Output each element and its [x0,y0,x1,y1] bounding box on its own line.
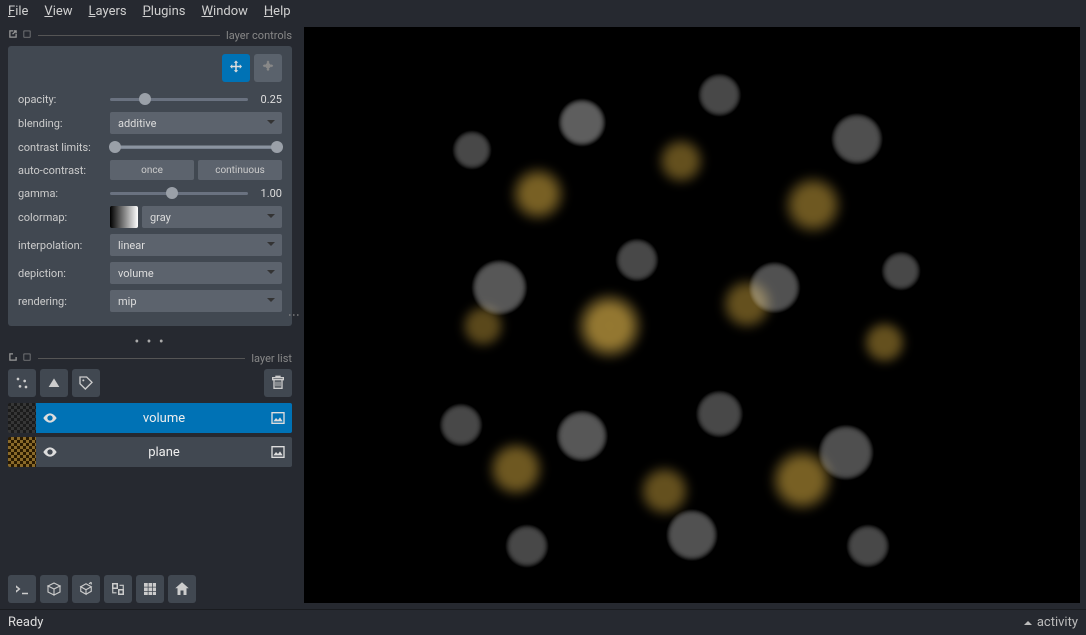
transform-mode-button[interactable] [254,54,282,82]
visibility-toggle-icon[interactable] [36,410,64,426]
colormap-select[interactable]: gray [142,206,282,228]
chevron-down-icon [266,239,276,252]
activity-toggle[interactable]: activity [1023,615,1078,630]
gamma-value: 1.00 [248,187,282,200]
layer-controls-panel: opacity: 0.25 blending: additive contras… [8,46,292,326]
layer-item-plane[interactable]: plane [8,437,292,467]
console-button[interactable] [8,575,36,603]
grid-button[interactable] [136,575,164,603]
depiction-select[interactable]: volume [110,262,282,284]
menu-help[interactable]: Help [264,4,291,19]
layer-thumbnail [8,403,36,433]
opacity-value: 0.25 [248,93,282,106]
more-controls-ellipsis[interactable]: • • • [8,332,292,352]
chevron-down-icon [266,267,276,280]
gamma-label: gamma: [18,187,110,200]
canvas[interactable] [304,27,1080,603]
layer-name: plane [64,445,264,460]
collapse-icon[interactable] [22,29,32,42]
menu-file[interactable]: File [8,4,28,19]
layer-toolbar [8,369,292,397]
blending-select[interactable]: additive [110,112,282,134]
volume-render [417,40,967,590]
layer-controls-title: layer controls [226,29,292,42]
menu-layers[interactable]: Layers [89,4,127,19]
opacity-slider[interactable] [110,92,248,106]
status-text: Ready [8,615,43,630]
auto-contrast-once-button[interactable]: once [110,160,194,180]
colormap-label: colormap: [18,211,110,224]
delete-layer-button[interactable] [264,369,292,397]
popout-icon[interactable] [8,352,18,365]
layer-name: volume [64,411,264,426]
menu-view[interactable]: View [44,4,72,19]
new-shapes-layer-button[interactable] [40,369,68,397]
depiction-label: depiction: [18,267,110,280]
colormap-swatch[interactable] [110,206,138,228]
opacity-label: opacity: [18,93,110,106]
image-layer-icon [264,444,292,460]
rendering-select[interactable]: mip [110,290,282,312]
image-layer-icon [264,410,292,426]
sidebar: layer controls opacity: 0.25 blending: [0,23,300,609]
home-button[interactable] [168,575,196,603]
contrast-limits-slider[interactable] [110,140,282,154]
chevron-down-icon [266,295,276,308]
new-labels-layer-button[interactable] [72,369,100,397]
auto-contrast-label: auto-contrast: [18,164,110,177]
popout-icon[interactable] [8,29,18,42]
layer-list-header: layer list [8,352,292,365]
roll-dims-button[interactable] [72,575,100,603]
auto-contrast-continuous-button[interactable]: continuous [198,160,282,180]
viewer-buttons [8,575,196,603]
interpolation-select[interactable]: linear [110,234,282,256]
layer-controls-header: layer controls [8,29,292,42]
layer-thumbnail [8,437,36,467]
layer-item-volume[interactable]: volume [8,403,292,433]
gamma-slider[interactable] [110,186,248,200]
blending-label: blending: [18,117,110,130]
caret-up-icon [1023,618,1033,628]
visibility-toggle-icon[interactable] [36,444,64,460]
menu-bar: File View Layers Plugins Window Help [0,0,1086,23]
contrast-limits-label: contrast limits: [18,141,110,154]
pan-zoom-mode-button[interactable] [222,54,250,82]
menu-window[interactable]: Window [201,4,247,19]
chevron-down-icon [266,117,276,130]
status-bar: Ready activity [0,609,1086,635]
rendering-label: rendering: [18,295,110,308]
chevron-down-icon [266,211,276,224]
transpose-button[interactable] [104,575,132,603]
layer-list-title: layer list [251,352,292,365]
interpolation-label: interpolation: [18,239,110,252]
menu-plugins[interactable]: Plugins [143,4,186,19]
new-points-layer-button[interactable] [8,369,36,397]
ndisplay-button[interactable] [40,575,68,603]
collapse-icon[interactable] [22,352,32,365]
sidebar-resize-handle[interactable]: ⋮ [287,309,301,323]
